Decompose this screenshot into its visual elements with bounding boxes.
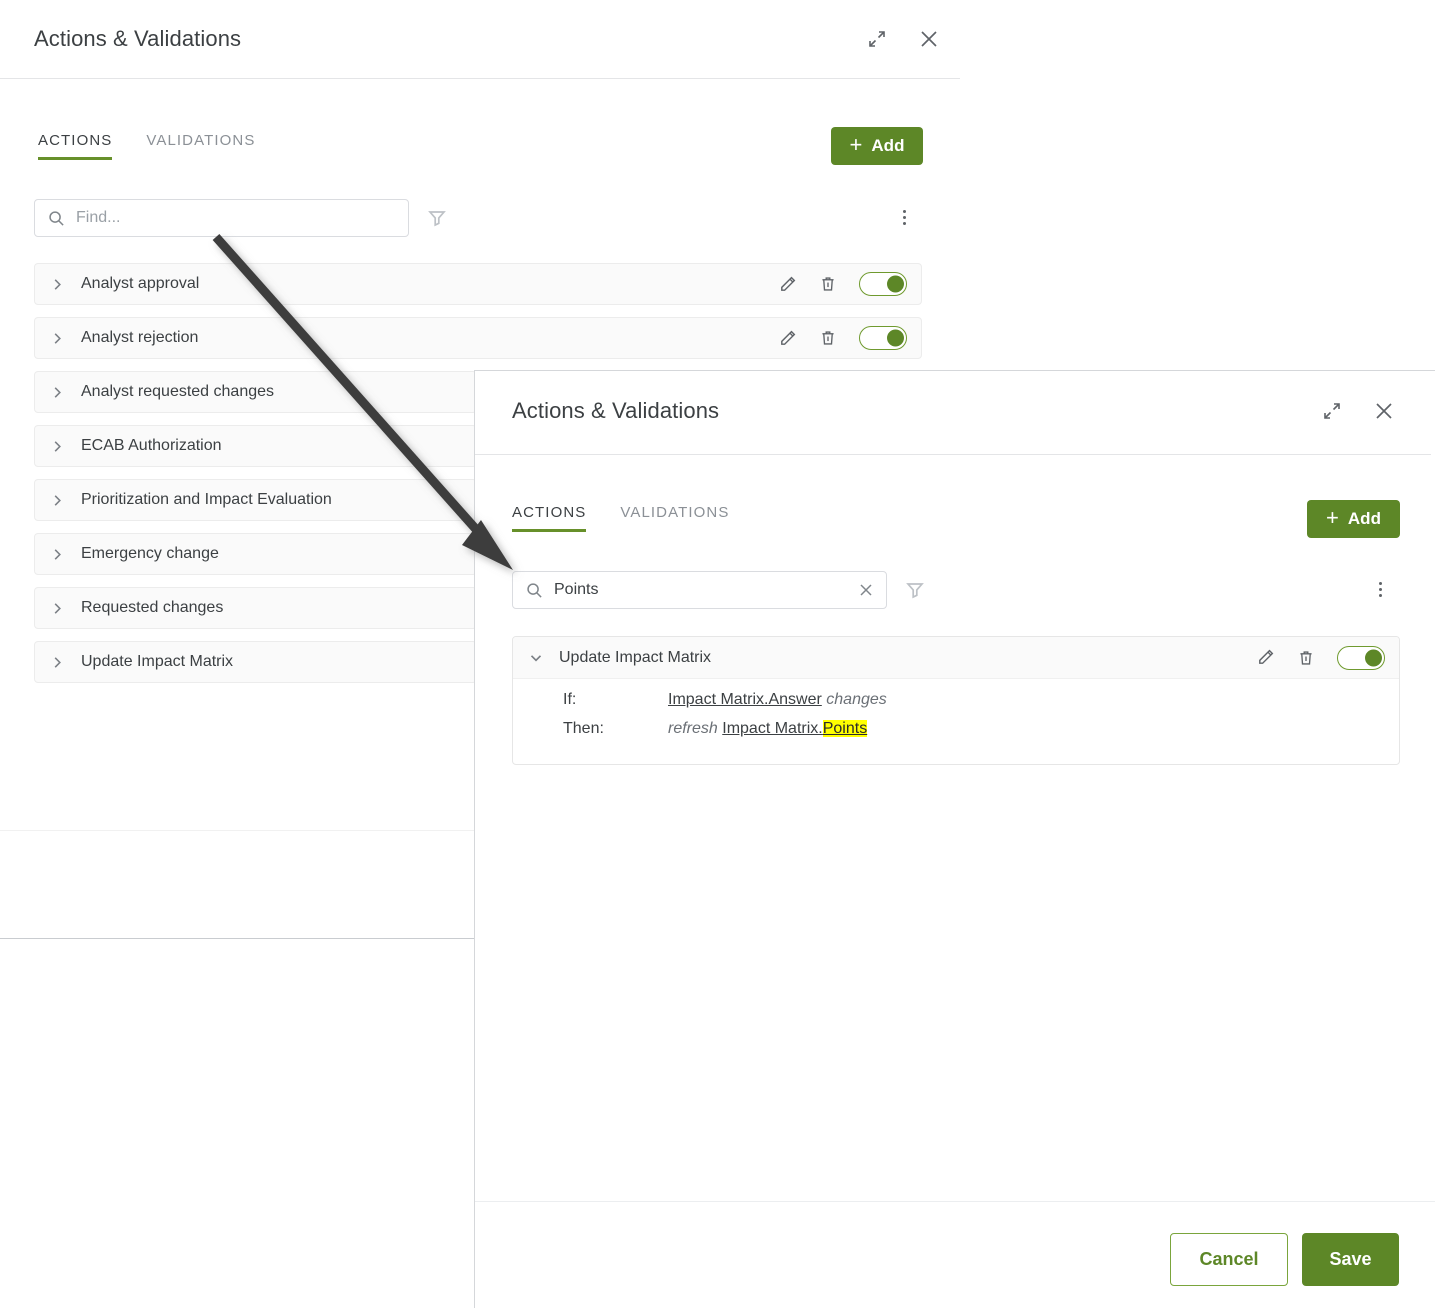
plus-icon: + xyxy=(849,132,863,157)
action-card-header[interactable]: Update Impact Matrix xyxy=(513,637,1399,679)
kebab-menu-icon[interactable] xyxy=(903,210,906,225)
trash-icon[interactable] xyxy=(819,329,837,347)
list-item[interactable]: Analyst rejection xyxy=(34,317,922,359)
background-header-divider xyxy=(0,78,960,79)
add-button-label: Add xyxy=(871,136,905,155)
expand-icon[interactable] xyxy=(864,26,890,52)
chevron-down-icon[interactable] xyxy=(529,651,549,665)
list-item[interactable]: Analyst requested changes xyxy=(34,371,477,413)
search-input[interactable] xyxy=(76,209,396,227)
add-button[interactable]: + Add xyxy=(831,127,923,165)
list-item[interactable]: Emergency change xyxy=(34,533,477,575)
foreground-actions-validations-dialog: Actions & Validations ACTIONS VALIDATION… xyxy=(474,370,1435,1308)
pencil-icon[interactable] xyxy=(778,275,797,294)
search-box[interactable] xyxy=(34,199,409,237)
close-icon[interactable] xyxy=(1371,398,1397,424)
then-reference[interactable]: Impact Matrix. xyxy=(722,720,822,737)
chevron-right-icon xyxy=(51,386,71,399)
expand-icon[interactable] xyxy=(1319,398,1345,424)
enable-toggle[interactable] xyxy=(1337,645,1385,670)
chevron-right-icon xyxy=(51,656,71,669)
dialog-title: Actions & Validations xyxy=(512,398,720,423)
then-highlighted-term: Points xyxy=(822,720,868,737)
enable-toggle[interactable] xyxy=(859,326,907,350)
background-tabs: ACTIONS VALIDATIONS xyxy=(38,132,255,160)
list-item[interactable]: Update Impact Matrix xyxy=(34,641,477,683)
add-button-label: Add xyxy=(1347,509,1381,528)
action-card-title: Update Impact Matrix xyxy=(559,648,712,666)
kebab-menu-icon[interactable] xyxy=(1379,582,1382,597)
close-icon[interactable] xyxy=(916,26,942,52)
list-item[interactable]: Requested changes xyxy=(34,587,477,629)
if-value: Impact Matrix.Answer changes xyxy=(668,690,887,710)
card-actions xyxy=(1256,645,1385,670)
chevron-right-icon xyxy=(51,278,71,291)
enable-toggle[interactable] xyxy=(859,272,907,296)
chevron-right-icon xyxy=(51,332,71,345)
row-actions xyxy=(778,272,907,296)
if-label: If: xyxy=(563,691,577,708)
row-actions xyxy=(778,326,907,350)
dialog-header-divider xyxy=(475,454,1431,455)
chevron-right-icon xyxy=(51,602,71,615)
chevron-right-icon xyxy=(51,548,71,561)
screenshot-root: Actions & Validations ACTIONS VALIDATION… xyxy=(0,0,1435,1308)
then-keyword: refresh xyxy=(668,720,718,737)
list-item-label: Update Impact Matrix xyxy=(81,653,234,670)
then-value: refresh Impact Matrix.Points xyxy=(668,719,868,739)
if-reference[interactable]: Impact Matrix.Answer xyxy=(668,691,822,708)
background-bottom-divider xyxy=(0,938,475,939)
tab-actions[interactable]: ACTIONS xyxy=(512,504,587,532)
search-icon xyxy=(526,582,543,599)
list-item-label: Prioritization and Impact Evaluation xyxy=(81,491,332,508)
pencil-icon[interactable] xyxy=(778,329,797,348)
search-input[interactable] xyxy=(554,581,847,599)
background-header-icons xyxy=(864,26,942,52)
if-keyword: changes xyxy=(826,691,887,708)
tab-validations[interactable]: VALIDATIONS xyxy=(146,132,255,160)
list-item-label: ECAB Authorization xyxy=(81,437,222,454)
filter-icon[interactable] xyxy=(427,208,447,228)
background-search-wrapper xyxy=(34,199,409,237)
trash-icon[interactable] xyxy=(1297,649,1315,667)
list-item[interactable]: ECAB Authorization xyxy=(34,425,477,467)
list-item[interactable]: Analyst approval xyxy=(34,263,922,305)
dialog-footer-divider xyxy=(475,1201,1435,1202)
dialog-search-wrapper xyxy=(512,571,887,609)
list-item-label: Analyst requested changes xyxy=(81,383,275,400)
dialog-header-icons xyxy=(1319,398,1397,424)
add-button[interactable]: + Add xyxy=(1307,500,1400,538)
action-result-card: Update Impact Matrix If: Impact Matrix.A… xyxy=(512,636,1400,765)
search-box[interactable] xyxy=(512,571,887,609)
then-clause: Then: refresh Impact Matrix.Points xyxy=(563,719,1399,739)
cancel-button[interactable]: Cancel xyxy=(1170,1233,1288,1286)
list-item-label: Analyst rejection xyxy=(81,329,199,346)
list-item-label: Requested changes xyxy=(81,599,224,616)
clear-icon[interactable] xyxy=(858,582,874,598)
trash-icon[interactable] xyxy=(819,275,837,293)
pencil-icon[interactable] xyxy=(1256,648,1275,667)
background-panel-title: Actions & Validations xyxy=(34,26,242,51)
background-inner-divider xyxy=(0,830,475,831)
save-button[interactable]: Save xyxy=(1302,1233,1399,1286)
if-clause: If: Impact Matrix.Answer changes xyxy=(563,690,1399,710)
tab-actions[interactable]: ACTIONS xyxy=(38,132,113,160)
tab-validations[interactable]: VALIDATIONS xyxy=(620,504,729,532)
then-label: Then: xyxy=(563,720,604,737)
list-item-label: Analyst approval xyxy=(81,275,200,292)
action-card-body: If: Impact Matrix.Answer changes Then: r… xyxy=(513,679,1399,764)
list-item-label: Emergency change xyxy=(81,545,219,562)
chevron-right-icon xyxy=(51,440,71,453)
search-icon xyxy=(48,210,65,227)
filter-icon[interactable] xyxy=(905,580,925,600)
plus-icon: + xyxy=(1326,505,1339,530)
dialog-footer-buttons: Cancel Save xyxy=(1170,1233,1399,1286)
list-item[interactable]: Prioritization and Impact Evaluation xyxy=(34,479,477,521)
chevron-right-icon xyxy=(51,494,71,507)
dialog-tabs: ACTIONS VALIDATIONS xyxy=(512,504,729,532)
